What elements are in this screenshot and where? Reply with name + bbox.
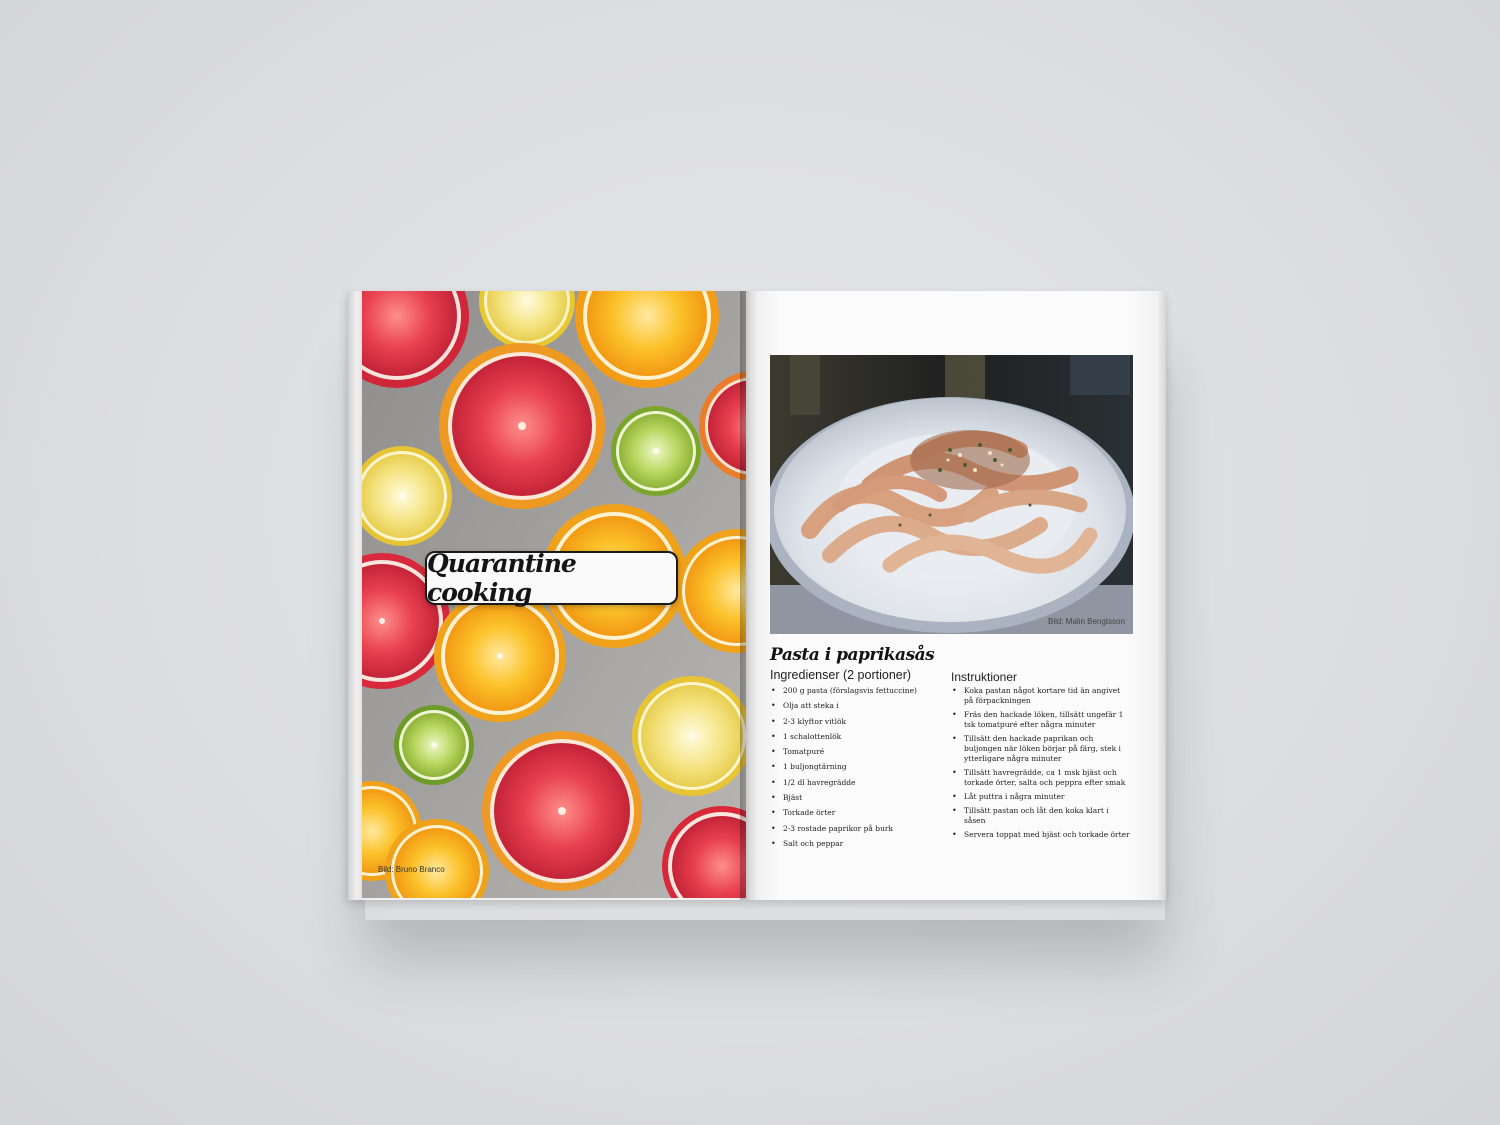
- list-item: 1 schalottenlök: [770, 732, 940, 747]
- list-item: Koka pastan något kortare tid än angivet…: [951, 686, 1131, 706]
- instructions-list: Koka pastan något kortare tid än angivet…: [951, 686, 1131, 844]
- list-item: Tillsätt den hackade paprikan och buljon…: [951, 734, 1131, 764]
- page-gutter: [740, 291, 770, 900]
- right-page-edge: [1156, 291, 1166, 900]
- list-item: Tillsätt havregrädde, ca 1 msk bjäst och…: [951, 768, 1131, 788]
- pasta-photo: [770, 355, 1133, 634]
- list-item: 2-3 rostade paprikor på burk: [770, 824, 940, 839]
- list-item: Salt och peppar: [770, 839, 940, 854]
- list-item: Olja att steka i: [770, 701, 940, 716]
- instructions-heading: Instruktioner: [951, 670, 1018, 684]
- list-item: Fräs den hackade löken, tillsätt ungefär…: [951, 710, 1131, 730]
- list-item: 1/2 dl havregrädde: [770, 778, 940, 793]
- page-title: Quarantine cooking: [427, 549, 577, 607]
- list-item: Torkade örter: [770, 808, 940, 823]
- recipe-title: Pasta i paprikasås: [770, 645, 935, 665]
- list-item: 1 buljongtärning: [770, 762, 940, 777]
- left-page-edge: [348, 291, 362, 900]
- list-item: 2-3 klyftor vitlök: [770, 717, 940, 732]
- list-item: Bjäst: [770, 793, 940, 808]
- list-item: 200 g pasta (förslagsvis fettuccine): [770, 686, 940, 701]
- list-item: Låt puttra i några minuter: [951, 792, 1131, 802]
- list-item: Tillsätt pastan och låt den koka klart i…: [951, 806, 1131, 826]
- ingredients-list: 200 g pasta (förslagsvis fettuccine) Olj…: [770, 686, 940, 854]
- left-photo-credit: Bild: Bruno Branco: [378, 865, 445, 874]
- right-photo-credit: Bild: Malin Bengtsson: [1048, 617, 1125, 626]
- magazine-spread: Quarantine cooking Bild: Bruno Branco Bi…: [0, 0, 1500, 1125]
- list-item: Tomatpuré: [770, 747, 940, 762]
- list-item: Servera toppat med bjäst och torkade ört…: [951, 830, 1131, 840]
- title-badge: Quarantine cooking: [425, 549, 678, 607]
- ingredients-heading: Ingredienser (2 portioner): [770, 668, 912, 682]
